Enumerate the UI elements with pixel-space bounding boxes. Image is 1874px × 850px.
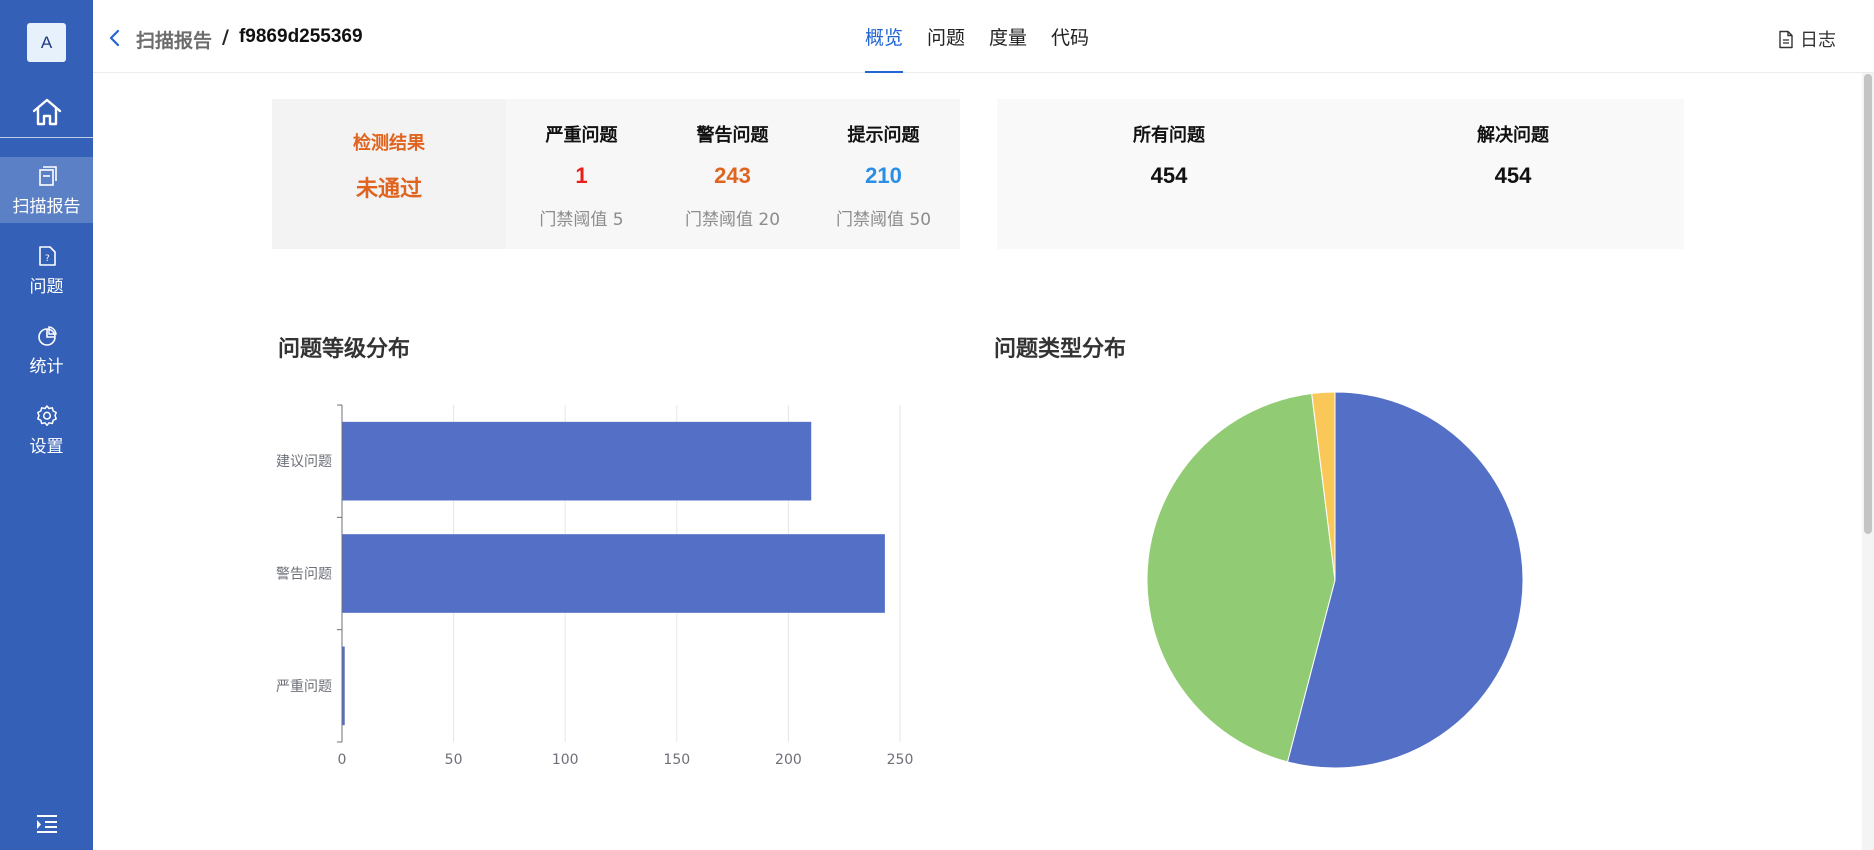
menu-indent-icon	[37, 815, 57, 833]
y-category-label: 建议问题	[276, 454, 332, 470]
issue-file-icon: ?	[35, 244, 59, 268]
bar	[342, 534, 885, 613]
sidebar-item-settings[interactable]: 设置	[0, 397, 93, 463]
sidebar-item-label: 设置	[29, 436, 64, 457]
metric-threshold: 门禁阈值 5	[539, 210, 624, 230]
x-tick-label: 250	[887, 752, 914, 768]
bar	[342, 646, 345, 726]
issue-totals-summary: 所有问题 454 解决问题 454	[997, 99, 1684, 249]
avatar[interactable]: A	[27, 23, 66, 62]
x-tick-label: 100	[552, 752, 579, 768]
document-icon	[1779, 30, 1793, 48]
y-category-label: 严重问题	[276, 679, 332, 695]
breadcrumb-separator: /	[222, 26, 229, 48]
sidebar: A 扫描报告 ? 问题 统计 设置	[0, 0, 93, 850]
tab-overview[interactable]: 概览	[853, 0, 915, 73]
total-all-issues: 所有问题 454	[997, 99, 1341, 249]
x-tick-label: 50	[445, 752, 463, 768]
metric-hint: 提示问题 210 门禁阈值 50	[808, 99, 959, 249]
log-label: 日志	[1800, 30, 1836, 51]
metric-critical: 严重问题 1 门禁阈值 5	[506, 99, 657, 249]
sidebar-item-label: 统计	[29, 356, 64, 377]
x-tick-label: 0	[338, 752, 347, 768]
total-resolved-issues: 解决问题 454	[1341, 99, 1685, 249]
gear-icon	[35, 404, 59, 428]
check-result-label: 检测结果	[353, 133, 425, 154]
metric-label: 警告问题	[696, 125, 769, 146]
metric-value: 243	[714, 163, 751, 188]
metric-label: 严重问题	[545, 125, 618, 146]
total-label: 解决问题	[1477, 125, 1549, 146]
metric-threshold: 门禁阈值 20	[684, 210, 781, 230]
report-icon	[35, 164, 59, 188]
severity-bar-chart: 0 50 100 150 200 250 建议问题警告问题严重问题	[276, 404, 914, 768]
tab-metrics[interactable]: 度量	[977, 0, 1039, 73]
type-chart-title: 问题类型分布	[994, 337, 1127, 362]
log-button[interactable]: 日志	[1778, 26, 1836, 52]
tab-code[interactable]: 代码	[1039, 0, 1101, 73]
scrollbar-thumb[interactable]	[1864, 74, 1872, 534]
home-icon	[32, 98, 61, 126]
type-pie-chart	[1146, 391, 1524, 769]
breadcrumb-parent-link[interactable]: 扫描报告	[136, 26, 212, 53]
severity-chart-title: 问题等级分布	[278, 337, 411, 362]
pie-chart-icon	[35, 324, 59, 348]
top-header: 扫描报告 / f9869d255369 概览 问题 度量 代码 日志	[93, 0, 1874, 73]
tab-bar: 概览 问题 度量 代码	[853, 0, 1101, 73]
tab-issues[interactable]: 问题	[915, 0, 977, 73]
metric-label: 提示问题	[847, 125, 920, 146]
metric-threshold: 门禁阈值 50	[835, 210, 932, 230]
total-value: 454	[1150, 163, 1188, 188]
sidebar-item-label: 问题	[29, 276, 64, 297]
breadcrumb: 扫描报告 / f9869d255369	[136, 26, 363, 53]
sidebar-divider	[0, 137, 93, 138]
sidebar-item-label: 扫描报告	[12, 196, 81, 217]
total-label: 所有问题	[1133, 125, 1205, 146]
collapse-sidebar-button[interactable]	[33, 810, 61, 838]
sidebar-item-scan-report[interactable]: 扫描报告	[0, 157, 93, 223]
metric-value: 1	[575, 163, 588, 188]
breadcrumb-current: f9869d255369	[238, 26, 363, 47]
x-tick-label: 200	[775, 752, 802, 768]
metric-value: 210	[865, 163, 902, 188]
y-category-label: 警告问题	[276, 567, 332, 583]
svg-text:?: ?	[45, 254, 50, 264]
home-button[interactable]	[0, 86, 93, 138]
x-tick-label: 150	[663, 752, 690, 768]
check-result-value: 未通过	[355, 177, 422, 202]
bar	[342, 421, 812, 501]
sidebar-item-statistics[interactable]: 统计	[0, 317, 93, 383]
total-value: 454	[1494, 163, 1532, 188]
check-result-cell: 检测结果 未通过	[272, 99, 506, 249]
metric-warning: 警告问题 243 门禁阈值 20	[657, 99, 808, 249]
back-chevron-icon[interactable]	[107, 28, 123, 48]
quality-gate-summary: 检测结果 未通过 严重问题 1 门禁阈值 5 警告问题 243 门禁阈值 20 …	[272, 99, 960, 249]
sidebar-item-issues[interactable]: ? 问题	[0, 237, 93, 303]
